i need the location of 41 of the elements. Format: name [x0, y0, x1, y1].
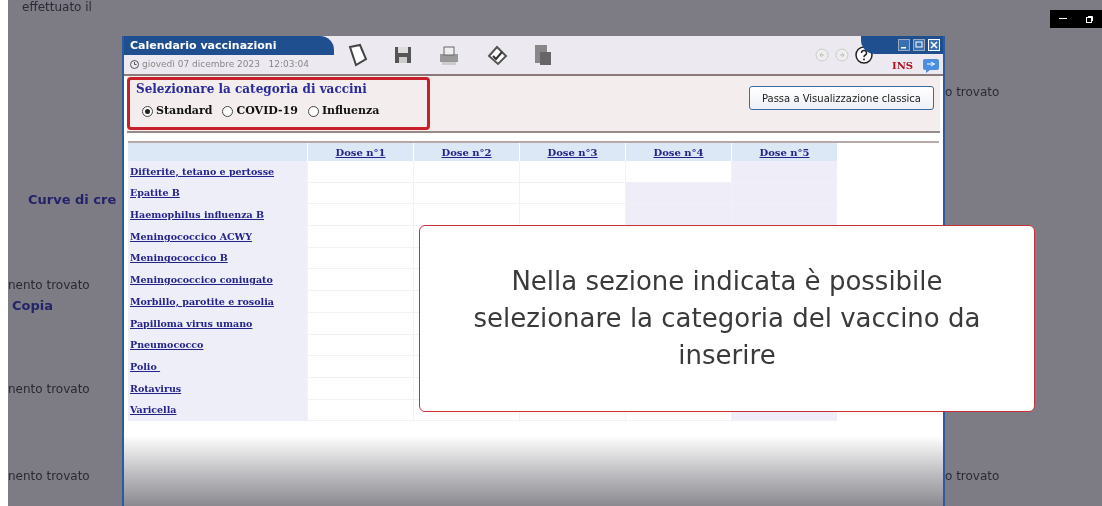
printer-icon[interactable] [438, 44, 460, 66]
background-text: effettuato il [22, 0, 92, 14]
minimize-icon[interactable] [1059, 18, 1068, 20]
radio-option[interactable]: Influenza [307, 103, 380, 120]
radio-option[interactable]: COVID-19 [222, 103, 298, 120]
checklist-icon[interactable] [486, 44, 508, 66]
document-icon[interactable] [346, 43, 368, 67]
save-icon[interactable] [394, 45, 412, 65]
insert-mode-indicator: INS [891, 59, 913, 73]
window-title: Calendario vaccinazioni [124, 36, 334, 55]
background-text: o trovato [945, 468, 1000, 485]
radio-option[interactable]: Standard [142, 103, 213, 120]
column-header-link[interactable]: Dose n°5 [759, 144, 810, 160]
background-text: nento trovato [8, 468, 90, 485]
column-header-link[interactable]: Dose n°4 [653, 144, 704, 160]
chat-bubble-icon[interactable] [923, 58, 939, 73]
radio-button[interactable] [307, 105, 319, 117]
background-text: nento trovato [8, 381, 90, 398]
maximize-icon[interactable] [913, 39, 925, 51]
restore-icon[interactable] [1085, 15, 1093, 23]
background-text: nento trovato [8, 277, 90, 294]
column-header-link[interactable]: Dose n°1 [335, 144, 386, 160]
background-text: o trovato [945, 84, 1000, 101]
column-header-link[interactable]: Dose n°3 [547, 144, 598, 160]
vaccine-link[interactable]: Rotavirus [130, 381, 182, 396]
date-time: giovedì 07 dicembre 2023 12:03:04 [142, 57, 309, 71]
radio-label: Influenza [321, 103, 380, 119]
vaccine-link[interactable]: Varicella [130, 403, 177, 418]
vaccine-link[interactable]: Polio [130, 359, 161, 375]
radio-button[interactable] [222, 105, 234, 117]
column-header-link[interactable]: Dose n°2 [441, 144, 492, 160]
section-heading: Selezionare la categoria di vaccini [136, 81, 368, 97]
radio-button[interactable] [142, 105, 153, 117]
clock-icon [130, 60, 139, 69]
radio-label: Standard [156, 103, 213, 119]
classic-view-button[interactable]: Passa a Visualizzazione classica [748, 86, 934, 110]
document-stack-icon[interactable] [534, 44, 552, 66]
radio-label: COVID-19 [236, 103, 298, 119]
callout-text: Nella sezione indicata è possibile selezionare la categoria del vaccino da inserire [472, 265, 982, 372]
close-icon[interactable] [928, 39, 940, 51]
vaccine-link[interactable]: Epatite B [130, 186, 180, 201]
